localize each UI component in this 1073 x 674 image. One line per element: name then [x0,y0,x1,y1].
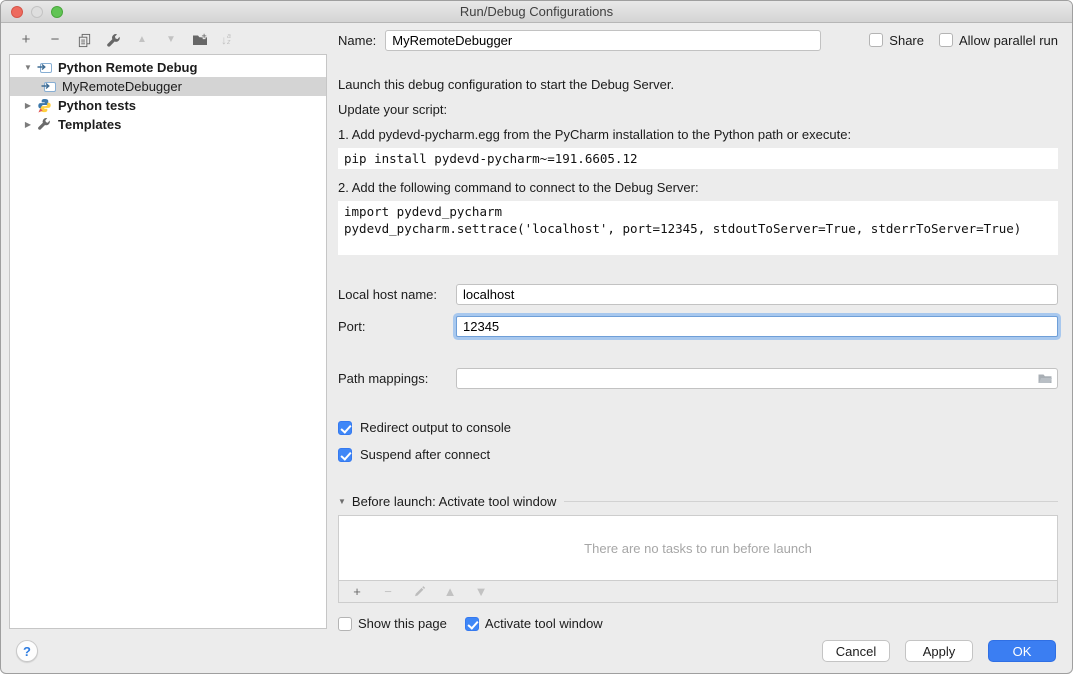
tree-item-python-remote-debug[interactable]: ▼ Python Remote Debug [10,58,326,77]
dialog-buttons: Cancel Apply OK [822,640,1056,662]
titlebar: Run/Debug Configurations [1,1,1072,23]
add-task-icon[interactable]: + [349,584,365,600]
activate-tool-window-label: Activate tool window [485,616,603,631]
before-launch-header-label: Before launch: Activate tool window [352,494,557,509]
configurations-tree: ▼ Python Remote Debug MyRemoteDebugger ▶ [9,54,327,629]
tree-item-label: Python Remote Debug [58,60,197,75]
port-label: Port: [338,319,456,334]
expand-collapse-icon[interactable]: ▶ [23,120,33,129]
edit-templates-wrench-icon[interactable] [105,32,121,48]
configurations-toolbar: + − ▲ ▼ ↓ az [18,30,231,50]
redirect-output-label: Redirect output to console [360,420,511,435]
sort-configurations-icon[interactable]: ↓ az [221,33,231,47]
new-folder-icon[interactable] [192,32,208,48]
redirect-output-checkbox[interactable] [338,421,352,435]
allow-parallel-run-checkbox[interactable] [939,33,953,47]
local-host-name-label: Local host name: [338,287,456,302]
show-this-page-label: Show this page [358,616,447,631]
instruction-step-1: 1. Add pydevd-pycharm.egg from the PyCha… [338,127,1058,143]
path-mappings-label: Path mappings: [338,371,456,386]
allow-parallel-run-checkbox-group[interactable]: Allow parallel run [939,33,1058,48]
remote-debug-config-icon [41,79,57,95]
remove-configuration-icon[interactable]: − [47,32,63,48]
instruction-line-1: Launch this debug configuration to start… [338,77,1058,93]
show-this-page-checkbox-group[interactable]: Show this page [338,616,447,631]
ok-button[interactable]: OK [988,640,1056,662]
configuration-form: Name: Share Allow parallel run Launch th… [338,29,1058,631]
window-title: Run/Debug Configurations [460,4,613,19]
port-input[interactable] [456,316,1058,337]
tree-item-label: MyRemoteDebugger [62,79,182,94]
instruction-line-2: Update your script: [338,102,1058,118]
move-task-down-icon[interactable]: ▼ [473,584,489,600]
share-checkbox[interactable] [869,33,883,47]
tree-item-python-tests[interactable]: ▶ Python tests [10,96,326,115]
share-label: Share [889,33,924,48]
apply-button[interactable]: Apply [905,640,973,662]
suspend-after-connect-checkbox-group[interactable]: Suspend after connect [338,447,1058,462]
minimize-window-button[interactable] [31,6,43,18]
before-launch-task-list: There are no tasks to run before launch … [338,515,1058,603]
share-checkbox-group[interactable]: Share [869,33,924,48]
path-mappings-input[interactable] [456,368,1058,389]
collapse-section-icon[interactable]: ▼ [338,497,346,506]
task-list-toolbar: + − ▲ ▼ [339,580,1057,602]
local-host-name-input[interactable] [456,284,1058,305]
close-window-button[interactable] [11,6,23,18]
edit-task-pencil-icon[interactable] [411,584,427,600]
allow-parallel-run-label: Allow parallel run [959,33,1058,48]
tree-item-label: Templates [58,117,121,132]
move-up-icon[interactable]: ▲ [134,32,150,48]
redirect-output-checkbox-group[interactable]: Redirect output to console [338,420,1058,435]
expand-collapse-icon[interactable]: ▼ [23,63,33,72]
before-launch-section-header[interactable]: ▼ Before launch: Activate tool window [338,494,1058,509]
browse-folder-icon[interactable] [1037,371,1053,387]
move-task-up-icon[interactable]: ▲ [442,584,458,600]
empty-task-list-message: There are no tasks to run before launch [339,516,1057,580]
suspend-after-connect-checkbox[interactable] [338,448,352,462]
activate-tool-window-checkbox[interactable] [465,617,479,631]
name-label: Name: [338,33,376,48]
name-input[interactable] [385,30,821,51]
help-button[interactable]: ? [16,640,38,662]
pip-install-command: pip install pydevd-pycharm~=191.6605.12 [338,148,1058,169]
tree-item-myremotedebugger[interactable]: MyRemoteDebugger [10,77,326,96]
tree-item-templates[interactable]: ▶ Templates [10,115,326,134]
expand-collapse-icon[interactable]: ▶ [23,101,33,110]
traffic-lights [11,6,63,18]
activate-tool-window-checkbox-group[interactable]: Activate tool window [465,616,603,631]
show-this-page-checkbox[interactable] [338,617,352,631]
remote-debug-config-icon [37,60,53,76]
python-tests-icon [37,98,53,114]
remove-task-icon[interactable]: − [380,584,396,600]
move-down-icon[interactable]: ▼ [163,32,179,48]
add-configuration-icon[interactable]: + [18,32,34,48]
header-rule [564,501,1058,502]
zoom-window-button[interactable] [51,6,63,18]
settrace-command: import pydevd_pycharm pydevd_pycharm.set… [338,201,1058,255]
tree-item-label: Python tests [58,98,136,113]
instruction-step-2: 2. Add the following command to connect … [338,180,1058,196]
templates-wrench-icon [37,117,53,133]
run-debug-configurations-dialog: Run/Debug Configurations + − ▲ ▼ ↓ [0,0,1073,674]
cancel-button[interactable]: Cancel [822,640,890,662]
copy-configuration-icon[interactable] [76,32,92,48]
suspend-after-connect-label: Suspend after connect [360,447,490,462]
